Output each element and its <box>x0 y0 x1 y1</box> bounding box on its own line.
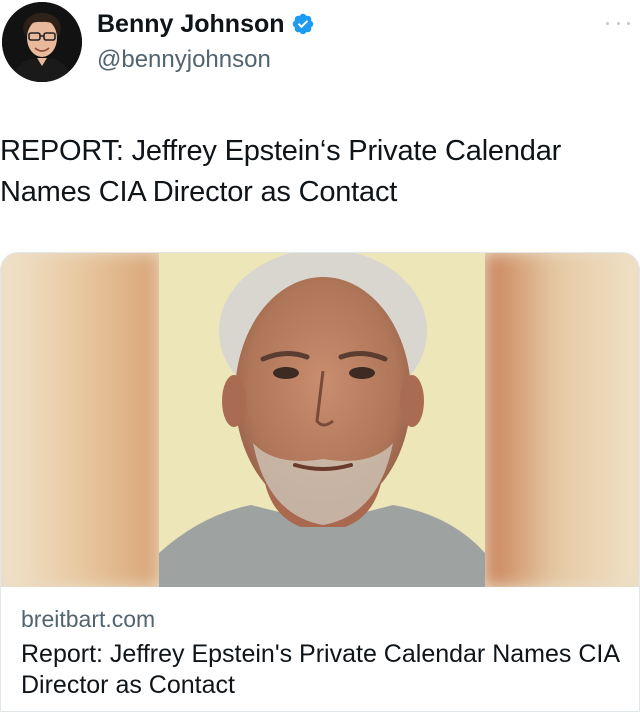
author-name-row[interactable]: Benny Johnson <box>97 10 315 38</box>
avatar-image <box>2 2 82 82</box>
more-options-icon[interactable] <box>606 18 630 28</box>
avatar[interactable] <box>2 2 82 82</box>
link-card-footer[interactable]: breitbart.com Report: Jeffrey Epstein's … <box>1 587 639 711</box>
more-dot <box>616 21 620 25</box>
link-card[interactable]: breitbart.com Report: Jeffrey Epstein's … <box>0 252 640 712</box>
link-card-domain[interactable]: breitbart.com <box>21 605 155 633</box>
tweet-header: Benny Johnson @bennyjohnson <box>0 0 640 100</box>
author-handle[interactable]: @bennyjohnson <box>97 46 271 74</box>
card-photo <box>1 253 639 587</box>
more-dot <box>627 21 630 25</box>
link-card-title[interactable]: Report: Jeffrey Epstein's Private Calend… <box>21 639 621 701</box>
verified-badge-icon <box>292 13 313 35</box>
more-dot <box>606 21 609 25</box>
tweet-text: REPORT: Jeffrey Epstein‘s Private Calend… <box>0 135 562 208</box>
link-card-image[interactable] <box>1 253 639 587</box>
author-display-name[interactable]: Benny Johnson <box>97 10 285 38</box>
